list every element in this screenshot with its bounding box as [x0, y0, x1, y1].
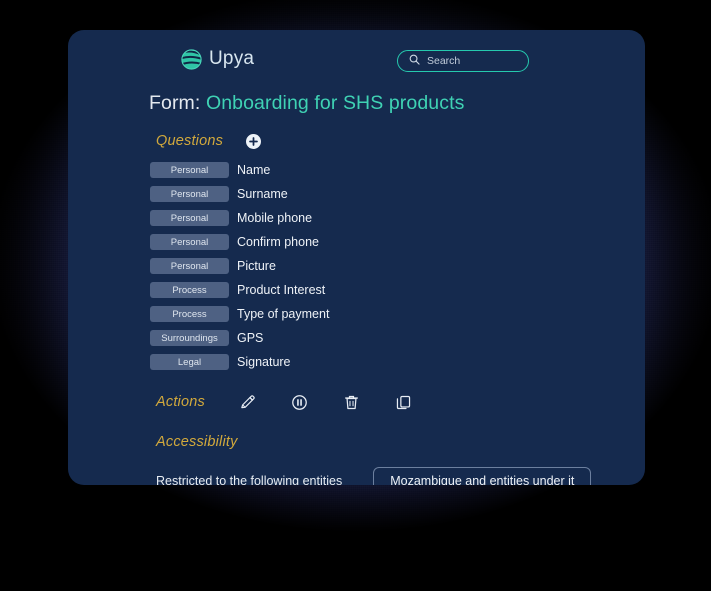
questions-section-header: Questions — [156, 133, 645, 149]
pause-action[interactable] — [291, 393, 309, 411]
question-tag-pill: Legal — [150, 354, 229, 370]
actions-section-label: Actions — [156, 394, 205, 410]
question-tag-pill: Personal — [150, 258, 229, 274]
form-detail-card: Upya Search Form: Onboarding for SHS pro… — [68, 30, 645, 485]
pencil-edit-icon — [241, 394, 256, 408]
question-tag-pill: Personal — [150, 186, 229, 202]
brand-logo[interactable]: Upya — [181, 48, 254, 70]
actions-section: Actions — [156, 393, 645, 411]
delete-action[interactable] — [343, 393, 361, 411]
question-tag-pill: Personal — [150, 234, 229, 250]
question-tag-pill: Process — [150, 306, 229, 322]
question-label: Name — [237, 163, 271, 177]
sphere-logo-icon — [181, 48, 202, 70]
question-tag-pill: Process — [150, 282, 229, 298]
app-top-bar: Upya Search — [68, 30, 645, 92]
entities-restriction-row: Restricted to the following entities Moz… — [68, 467, 645, 485]
entities-select-button[interactable]: Mozambique and entities under it — [373, 467, 592, 485]
search-input[interactable]: Search — [397, 50, 529, 72]
question-row[interactable]: Personal Picture — [68, 254, 645, 278]
pause-circle-icon — [292, 394, 308, 410]
question-tag-pill: Personal — [150, 210, 229, 226]
question-label: Picture — [237, 259, 276, 273]
question-tag-pill: Personal — [150, 162, 229, 178]
question-row[interactable]: Legal Signature — [68, 350, 645, 374]
plus-circle-icon — [249, 136, 258, 146]
copy-duplicate-icon — [397, 395, 411, 409]
question-label: Confirm phone — [237, 235, 319, 249]
question-row[interactable]: Personal Confirm phone — [68, 230, 645, 254]
question-row[interactable]: Personal Surname — [68, 182, 645, 206]
accessibility-section-label: Accessibility — [156, 434, 238, 450]
question-row[interactable]: Surroundings GPS — [68, 326, 645, 350]
page-title-value: Onboarding for SHS products — [205, 92, 465, 114]
question-label: Surname — [237, 187, 288, 201]
question-label: Product Interest — [237, 283, 326, 297]
question-row[interactable]: Personal Name — [68, 158, 645, 182]
question-row[interactable]: Process Product Interest — [68, 278, 645, 302]
accessibility-section-header: Accessibility — [156, 433, 645, 451]
brand-name: Upya — [209, 48, 255, 69]
duplicate-action[interactable] — [395, 393, 413, 411]
question-label: GPS — [237, 331, 264, 345]
search-icon — [409, 52, 420, 70]
question-row[interactable]: Personal Mobile phone — [68, 206, 645, 230]
questions-section-label: Questions — [156, 133, 224, 149]
entities-restriction-label: Restricted to the following entities — [156, 474, 343, 485]
page-title-prefix: Form: — [149, 92, 201, 114]
edit-action[interactable] — [239, 393, 257, 411]
page-title: Form: Onboarding for SHS products — [149, 92, 645, 115]
trash-delete-icon — [345, 395, 359, 409]
search-placeholder-text: Search — [427, 55, 461, 67]
question-label: Mobile phone — [237, 211, 313, 225]
question-label: Signature — [237, 355, 291, 369]
questions-list: Personal Name Personal Surname Personal Mobil… — [68, 158, 645, 374]
question-tag-pill: Surroundings — [150, 330, 229, 346]
card-content: Form: Onboarding for SHS products Questi… — [68, 92, 645, 485]
question-row[interactable]: Process Type of payment — [68, 302, 645, 326]
question-label: Type of payment — [237, 307, 330, 321]
add-question-button[interactable] — [246, 133, 262, 149]
